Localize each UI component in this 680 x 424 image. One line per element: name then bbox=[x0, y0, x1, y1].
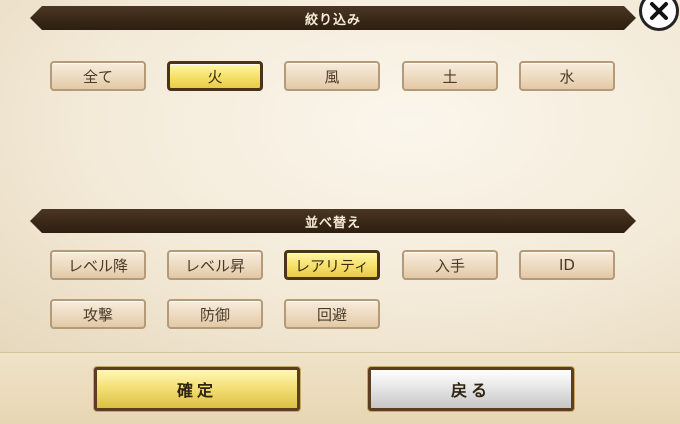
confirm-button[interactable]: 確定 bbox=[94, 367, 300, 411]
confirm-label: 確定 bbox=[176, 381, 217, 400]
sort-defense-button[interactable]: 防御 bbox=[167, 299, 263, 329]
sort-defense-label: 防御 bbox=[199, 305, 230, 324]
sort-rarity-label: レアリティ bbox=[294, 256, 370, 275]
filter-fire-button[interactable]: 火 bbox=[167, 61, 263, 91]
sort-level-desc-button[interactable]: レベル降 bbox=[50, 250, 146, 280]
filter-water-button[interactable]: 水 bbox=[519, 61, 615, 91]
filter-earth-button[interactable]: 土 bbox=[402, 61, 498, 91]
filter-wind-label: 風 bbox=[324, 67, 340, 86]
sort-rarity-button[interactable]: レアリティ bbox=[284, 250, 380, 280]
sort-acquired-label: 入手 bbox=[434, 256, 465, 275]
sort-id-button[interactable]: ID bbox=[519, 250, 615, 280]
sort-level-asc-label: レベル昇 bbox=[184, 256, 245, 275]
sort-acquired-button[interactable]: 入手 bbox=[402, 250, 498, 280]
filter-section-header: 絞り込み bbox=[30, 6, 636, 30]
filter-earth-label: 土 bbox=[442, 67, 458, 86]
sort-section-header: 並べ替え bbox=[30, 209, 636, 233]
sort-title: 並べ替え bbox=[304, 215, 361, 231]
filter-title: 絞り込み bbox=[304, 12, 361, 28]
filter-all-button[interactable]: 全て bbox=[50, 61, 146, 91]
filter-all-label: 全て bbox=[82, 67, 113, 86]
sort-id-label: ID bbox=[559, 256, 575, 274]
filter-wind-button[interactable]: 風 bbox=[284, 61, 380, 91]
filter-water-label: 水 bbox=[559, 67, 575, 86]
filter-sort-panel: 絞り込み 全て 火 風 土 水 並べ替え レベル降 レベル昇 レアリティ 入手 … bbox=[0, 0, 680, 352]
sort-attack-label: 攻撃 bbox=[82, 305, 113, 324]
back-button[interactable]: 戻る bbox=[368, 367, 574, 411]
sort-level-asc-button[interactable]: レベル昇 bbox=[167, 250, 263, 280]
back-label: 戻る bbox=[450, 381, 491, 400]
sort-evasion-label: 回避 bbox=[316, 305, 347, 324]
sort-level-desc-label: レベル降 bbox=[67, 256, 128, 275]
sort-evasion-button[interactable]: 回避 bbox=[284, 299, 380, 329]
filter-fire-label: 火 bbox=[207, 67, 223, 86]
close-icon bbox=[650, 2, 668, 20]
sort-attack-button[interactable]: 攻撃 bbox=[50, 299, 146, 329]
